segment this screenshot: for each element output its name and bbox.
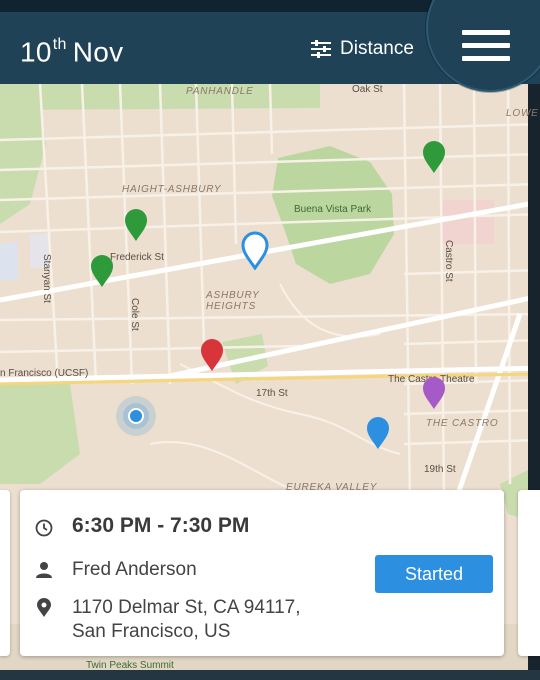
water-lot — [0, 242, 18, 280]
street-label-17th: 17th St — [256, 388, 288, 399]
app-screen: 10th Nov Distance PANHANDLE Oak St LOWE … — [0, 0, 540, 680]
date-month: Nov — [72, 36, 124, 68]
person-icon — [36, 562, 52, 578]
place-label-ucsf: n Francisco (UCSF) — [0, 368, 89, 379]
street-label-19th: 19th St — [424, 464, 456, 475]
customer-row: Fred Anderson — [34, 558, 197, 582]
user-location-dot — [116, 396, 156, 436]
street-label-castro: Castro St — [443, 240, 454, 282]
filter-sliders-icon — [311, 40, 331, 58]
map-marker-green[interactable] — [422, 140, 446, 174]
area-label-haight-ashbury: HAIGHT-ASHBURY — [122, 184, 222, 195]
area-label-ashbury-heights: ASHBURY HEIGHTS — [206, 290, 260, 312]
customer-name: Fred Anderson — [72, 559, 197, 580]
street-label-cole: Cole St — [129, 298, 140, 331]
map-marker-red[interactable] — [200, 338, 224, 372]
date-day: 10 — [20, 36, 52, 68]
hamburger-icon[interactable] — [462, 30, 510, 66]
street-label-frederick: Frederick St — [110, 252, 164, 263]
map-marker-green[interactable] — [90, 254, 114, 288]
area-label-the-castro: THE CASTRO — [426, 418, 499, 429]
place-label-buena-vista: Buena Vista Park — [294, 204, 372, 215]
appointment-time: 6:30 PM - 7:30 PM — [72, 514, 250, 537]
street-label-stanyan: Stanyan St — [41, 254, 52, 303]
location-pin-icon — [37, 598, 51, 617]
area-label-panhandle: PANHANDLE — [186, 86, 254, 97]
place-label-twin-peaks: Twin Peaks Summit — [86, 660, 174, 670]
previous-card-peek[interactable] — [0, 490, 10, 656]
map-marker-green[interactable] — [124, 208, 148, 242]
bottom-bar — [0, 670, 540, 680]
sort-label: Distance — [340, 38, 414, 59]
map-marker-blue[interactable] — [366, 416, 390, 450]
address-row: 1170 Delmar St, CA 94117, San Francisco,… — [34, 596, 300, 644]
date-title: 10th Nov — [20, 30, 123, 69]
next-card-peek[interactable] — [518, 490, 540, 656]
started-status-button[interactable]: Started — [375, 555, 493, 593]
address-line-2: San Francisco, US — [72, 621, 231, 642]
sort-distance-button[interactable]: Distance — [310, 36, 414, 62]
map-marker-selected[interactable] — [240, 230, 270, 270]
address-line-1: 1170 Delmar St, CA 94117, — [72, 597, 301, 618]
hospital-zone — [440, 200, 494, 244]
street-label-oak: Oak St — [352, 84, 383, 95]
clock-icon — [35, 519, 53, 537]
date-suffix: th — [52, 36, 67, 53]
area-label-lowe: LOWE — [506, 108, 539, 119]
map-marker-purple[interactable] — [422, 376, 446, 410]
time-row: 6:30 PM - 7:30 PM — [34, 514, 249, 538]
